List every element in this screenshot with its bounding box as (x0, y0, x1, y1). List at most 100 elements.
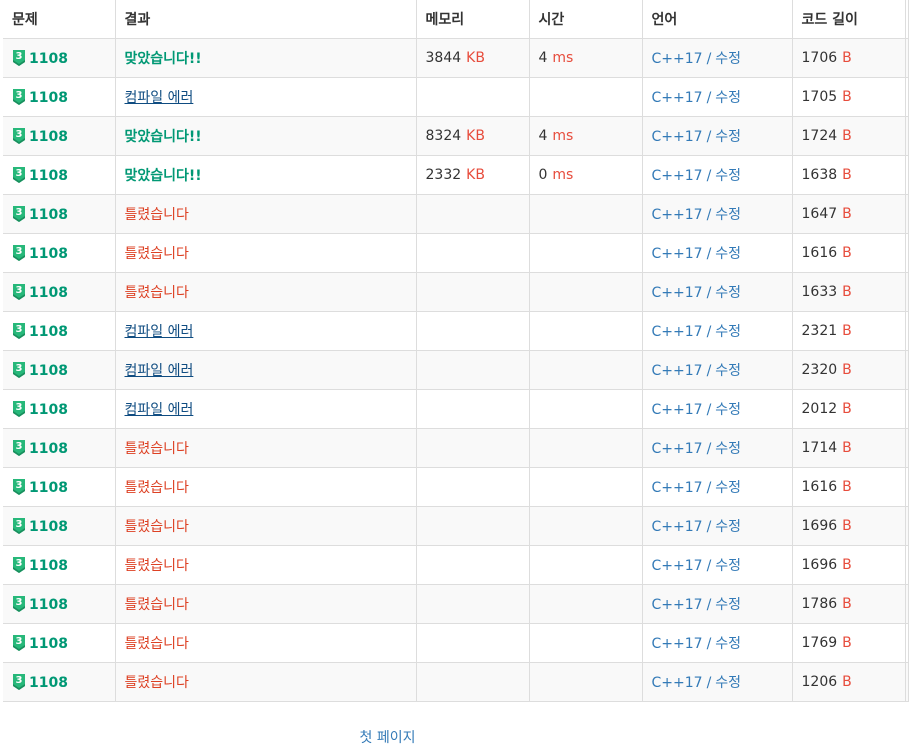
memory-unit: KB (466, 167, 485, 183)
problem-link[interactable]: 1108 (29, 324, 68, 340)
problem-link[interactable]: 1108 (29, 402, 68, 418)
result-text[interactable]: 컴파일 에러 (125, 324, 194, 340)
result-text: 틀렸습니다 (124, 207, 189, 223)
problem-link[interactable]: 1108 (29, 597, 68, 613)
separator: / (706, 597, 712, 613)
problem-link[interactable]: 1108 (29, 207, 68, 223)
result-text[interactable]: 컴파일 에러 (125, 402, 194, 418)
tier-level: 3 (15, 401, 23, 413)
edit-link[interactable]: 수정 (715, 129, 741, 145)
problem-link[interactable]: 1108 (29, 90, 68, 106)
language-link[interactable]: C++17 (652, 675, 703, 691)
header-result[interactable]: 결과 (114, 0, 416, 39)
problem-link[interactable]: 1108 (29, 441, 68, 457)
edit-link[interactable]: 수정 (715, 519, 741, 535)
edit-link[interactable]: 수정 (715, 246, 741, 262)
cell-memory: 3844 KB (415, 38, 529, 78)
language-link[interactable]: C++17 (652, 480, 703, 496)
edit-link[interactable]: 수정 (715, 51, 741, 67)
table-row: 3 1108 틀렸습니다 C++17/수정 1696 B (3, 545, 909, 585)
edit-link[interactable]: 수정 (715, 402, 741, 418)
language-link[interactable]: C++17 (652, 363, 703, 379)
edit-link[interactable]: 수정 (715, 480, 741, 496)
problem-link[interactable]: 1108 (29, 558, 68, 574)
cell-extra (904, 272, 909, 312)
header-code-length[interactable]: 코드 길이 (791, 0, 905, 39)
code-length-unit: B (842, 284, 852, 300)
edit-link[interactable]: 수정 (715, 597, 741, 613)
tier-level: 3 (15, 245, 23, 257)
problem-link[interactable]: 1108 (29, 519, 68, 535)
code-length-unit: B (842, 596, 852, 612)
code-length-value: 1769 (801, 635, 838, 651)
result-text: 맞았습니다!! (124, 129, 202, 145)
separator: / (706, 324, 712, 340)
code-length-value: 2012 (801, 401, 838, 417)
table-row: 3 1108 틀렸습니다 C++17/수정 1696 B (3, 506, 909, 546)
result-text: 틀렸습니다 (124, 558, 189, 574)
memory-unit: KB (466, 50, 485, 66)
edit-link[interactable]: 수정 (715, 90, 741, 106)
problem-link[interactable]: 1108 (29, 168, 68, 184)
separator: / (706, 168, 712, 184)
cell-problem: 3 1108 (3, 194, 115, 234)
edit-link[interactable]: 수정 (715, 363, 741, 379)
problem-link[interactable]: 1108 (29, 636, 68, 652)
edit-link[interactable]: 수정 (715, 207, 741, 223)
language-link[interactable]: C++17 (652, 558, 703, 574)
edit-link[interactable]: 수정 (715, 285, 741, 301)
edit-link[interactable]: 수정 (715, 558, 741, 574)
problem-link[interactable]: 1108 (29, 363, 68, 379)
language-link[interactable]: C++17 (652, 129, 703, 145)
cell-memory (415, 428, 529, 468)
problem-link[interactable]: 1108 (29, 675, 68, 691)
language-link[interactable]: C++17 (652, 285, 703, 301)
tier-badge-icon: 3 (12, 595, 26, 612)
tier-badge-icon: 3 (12, 88, 26, 105)
language-link[interactable]: C++17 (652, 519, 703, 535)
edit-link[interactable]: 수정 (715, 441, 741, 457)
problem-link[interactable]: 1108 (29, 129, 68, 145)
language-link[interactable]: C++17 (652, 207, 703, 223)
cell-time (528, 311, 642, 351)
problem-link[interactable]: 1108 (29, 246, 68, 262)
result-text: 틀렸습니다 (124, 597, 189, 613)
language-link[interactable]: C++17 (652, 51, 703, 67)
language-link[interactable]: C++17 (652, 90, 703, 106)
language-link[interactable]: C++17 (652, 636, 703, 652)
language-link[interactable]: C++17 (652, 597, 703, 613)
result-text: 틀렸습니다 (124, 480, 189, 496)
cell-result: 틀렸습니다 (114, 623, 416, 663)
problem-link[interactable]: 1108 (29, 51, 68, 67)
separator: / (706, 246, 712, 262)
language-link[interactable]: C++17 (652, 246, 703, 262)
language-link[interactable]: C++17 (652, 168, 703, 184)
edit-link[interactable]: 수정 (715, 168, 741, 184)
separator: / (706, 402, 712, 418)
separator: / (706, 129, 712, 145)
edit-link[interactable]: 수정 (715, 675, 741, 691)
header-memory[interactable]: 메모리 (415, 0, 529, 39)
cell-code-length: 1724 B (791, 116, 905, 156)
tier-badge-icon: 3 (12, 556, 26, 573)
separator: / (706, 519, 712, 535)
header-language[interactable]: 언어 (641, 0, 792, 39)
edit-link[interactable]: 수정 (715, 636, 741, 652)
memory-value: 3844 (425, 50, 462, 66)
result-text[interactable]: 컴파일 에러 (125, 363, 194, 379)
language-link[interactable]: C++17 (652, 324, 703, 340)
code-length-unit: B (842, 635, 852, 651)
edit-link[interactable]: 수정 (715, 324, 741, 340)
result-text[interactable]: 컴파일 에러 (125, 90, 194, 106)
result-text: 틀렸습니다 (124, 675, 189, 691)
cell-time (528, 233, 642, 273)
header-problem[interactable]: 문제 (3, 0, 115, 39)
problem-link[interactable]: 1108 (29, 480, 68, 496)
tier-badge-icon: 3 (12, 673, 26, 690)
header-time[interactable]: 시간 (528, 0, 642, 39)
cell-code-length: 1638 B (791, 155, 905, 195)
language-link[interactable]: C++17 (652, 441, 703, 457)
language-link[interactable]: C++17 (652, 402, 703, 418)
cell-problem: 3 1108 (3, 272, 115, 312)
problem-link[interactable]: 1108 (29, 285, 68, 301)
